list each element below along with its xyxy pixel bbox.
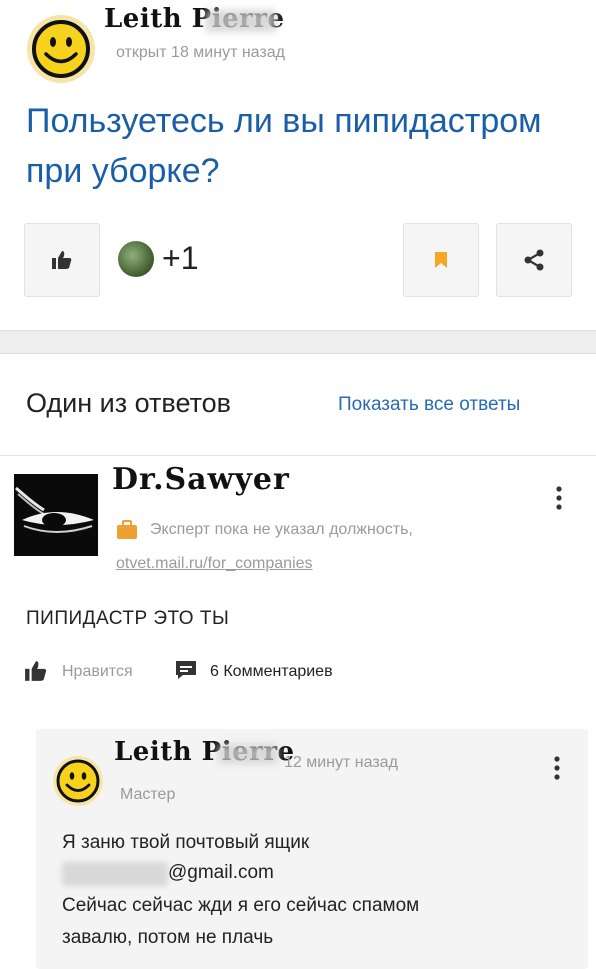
like-button[interactable]	[24, 223, 100, 297]
answer-comments-count[interactable]: 6 Комментариев	[210, 663, 333, 681]
thumbs-up-icon[interactable]	[24, 660, 48, 682]
comment-author-role: Мастер	[120, 786, 176, 803]
like-count: +1	[162, 240, 199, 276]
answers-heading: Один из ответов	[26, 388, 231, 418]
section-divider	[0, 330, 596, 354]
bookmark-icon	[435, 252, 447, 268]
redacted-name-blur	[206, 10, 276, 32]
kebab-menu-icon[interactable]	[550, 484, 568, 512]
briefcase-icon	[117, 520, 137, 539]
answer-like-label[interactable]: Нравится	[62, 663, 133, 681]
redacted-email-blur	[62, 862, 168, 886]
answer-author-name[interactable]: Dr.Sawyer	[112, 462, 290, 497]
comment-text-line: завалю, потом не плачь	[62, 927, 274, 948]
share-icon	[524, 249, 544, 271]
answer-author-role: Эксперт пока не указал должность,	[150, 521, 413, 538]
answer-author-avatar[interactable]	[14, 474, 98, 556]
question-author-avatar[interactable]	[26, 14, 96, 84]
question-timestamp: открыт 18 минут назад	[116, 44, 285, 61]
comment-icon[interactable]	[175, 660, 197, 680]
show-all-answers-link[interactable]: Показать все ответы	[338, 394, 520, 416]
question-title[interactable]: Пользуетесь ли вы пипидастром при уборке…	[26, 96, 566, 196]
comment-text-line: Я заню твой почтовый ящик	[62, 832, 310, 853]
share-button[interactable]	[496, 223, 572, 297]
redacted-name-blur	[218, 744, 278, 764]
comment-author-avatar[interactable]	[52, 755, 104, 807]
comment-email-domain: @gmail.com	[168, 862, 274, 883]
comment-text-line: Сейчас сейчас жди я его сейчас спамом	[62, 895, 420, 916]
answer-text: ПИПИДАСТР ЭТО ТЫ	[26, 608, 230, 629]
kebab-menu-icon[interactable]	[548, 754, 566, 782]
bookmark-button[interactable]	[403, 223, 479, 297]
comment-timestamp: 12 минут назад	[284, 754, 398, 771]
thumbs-up-icon	[52, 251, 72, 269]
divider-line	[0, 455, 596, 456]
for-companies-link[interactable]: otvet.mail.ru/for_companies	[116, 555, 313, 573]
liker-avatar[interactable]	[118, 241, 154, 277]
